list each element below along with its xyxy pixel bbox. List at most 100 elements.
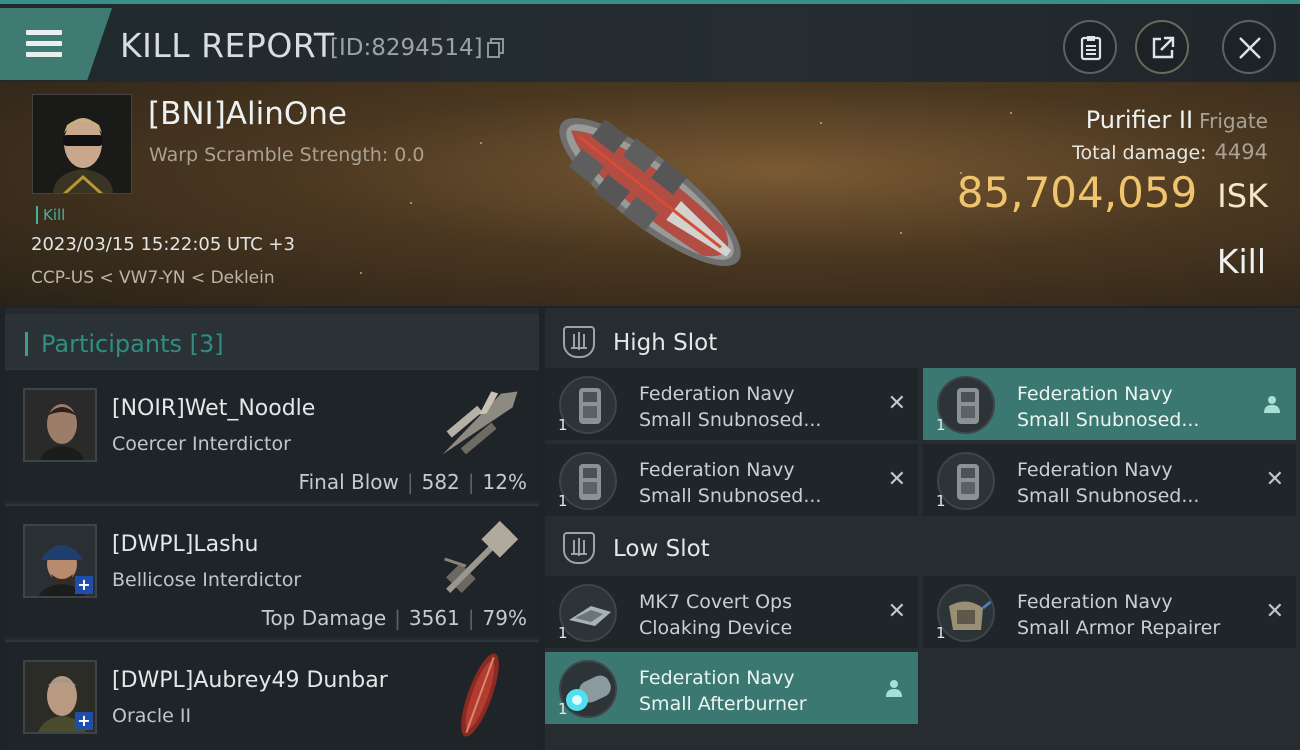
snubnosed-launcher-icon — [559, 376, 617, 434]
module-item[interactable]: 1 Federation Navy Small Snubnosed... ✕ — [923, 444, 1296, 516]
destroyed-x-icon: ✕ — [887, 467, 906, 492]
module-name: Federation Navy Small Afterburner — [639, 667, 807, 715]
clipboard-button[interactable] — [1063, 20, 1117, 74]
copy-id-icon[interactable] — [487, 38, 505, 58]
module-quantity: 1 — [558, 416, 568, 434]
victim-ship-name: Purifier II Frigate — [1086, 106, 1268, 134]
participant-ship: Bellicose Interdictor — [112, 569, 302, 591]
close-button[interactable] — [1222, 20, 1276, 74]
participant-role: Final Blow — [298, 470, 399, 494]
dropped-person-icon — [886, 680, 902, 697]
kill-result: Kill — [1216, 242, 1266, 281]
isk-amount: 85,704,059 — [956, 168, 1198, 217]
participants-label: Participants [3] — [41, 330, 224, 358]
warp-scramble-strength: Warp Scramble Strength: 0.0 — [149, 144, 425, 166]
fitting-panel: High Slot 1 Federation Navy Small Snubno… — [545, 308, 1300, 750]
low-slot-label: Low Slot — [613, 536, 710, 562]
participant-stats: Final Blow | 582 | 12% — [298, 470, 527, 494]
kill-report-window: KILL REPORT [ID:8294514] [BNI]AlinOne Wa… — [0, 0, 1300, 750]
afterburner-icon — [559, 660, 617, 718]
module-item[interactable]: 1 Federation Navy Small Snubnosed... — [923, 368, 1296, 440]
module-quantity: 1 — [936, 416, 946, 434]
clipboard-icon — [1080, 36, 1102, 61]
ship-name[interactable]: Purifier II — [1086, 106, 1193, 134]
total-damage: Total damage: 4494 — [1072, 140, 1268, 164]
destroyed-x-icon: ✕ — [1265, 467, 1284, 492]
dropped-person-icon — [1264, 396, 1280, 413]
kill-timestamp: 2023/03/15 15:22:05 UTC +3 — [31, 234, 295, 255]
isk-unit: ISK — [1217, 177, 1268, 215]
participant-ship-image — [442, 391, 518, 455]
total-damage-label: Total damage: — [1072, 142, 1207, 164]
high-slot-icon — [563, 326, 595, 358]
participant-name[interactable]: [DWPL]Aubrey49 Dunbar — [112, 668, 388, 693]
destroyed-x-icon: ✕ — [887, 599, 906, 624]
participant-name[interactable]: [DWPL]Lashu — [112, 532, 258, 557]
module-item[interactable]: 1 Federation Navy Small Snubnosed... ✕ — [545, 368, 918, 440]
participant-portrait[interactable]: + — [23, 660, 97, 734]
high-slot-header: High Slot — [545, 312, 1300, 372]
participant-role: Top Damage — [261, 606, 387, 630]
destroyed-x-icon: ✕ — [887, 391, 906, 416]
snubnosed-launcher-icon — [559, 452, 617, 510]
participant-row[interactable]: [NOIR]Wet_Noodle Coercer Interdictor Fin… — [5, 368, 539, 502]
participant-ship-image — [461, 653, 499, 737]
participant-portrait[interactable] — [23, 388, 97, 462]
victim-portrait[interactable] — [32, 94, 132, 194]
module-item[interactable]: 1 Federation Navy Small Afterburner — [545, 652, 918, 724]
module-name: Federation Navy Small Snubnosed... — [639, 459, 822, 507]
participant-portrait[interactable]: + — [23, 524, 97, 598]
module-name: Federation Navy Small Armor Repairer — [1017, 591, 1221, 639]
module-name: MK7 Covert Ops Cloaking Device — [639, 591, 793, 639]
share-icon — [1152, 36, 1175, 59]
participant-percent: 12% — [482, 470, 527, 494]
module-name: Federation Navy Small Snubnosed... — [1017, 459, 1200, 507]
snubnosed-launcher-icon — [937, 452, 995, 510]
high-slot-label: High Slot — [613, 330, 718, 356]
participant-name[interactable]: [NOIR]Wet_Noodle — [112, 396, 315, 421]
participant-row[interactable]: + [DWPL]Aubrey49 Dunbar Oracle II — [5, 640, 539, 750]
module-quantity: 1 — [558, 624, 568, 642]
close-icon — [1239, 37, 1261, 59]
participants-panel: Participants [3] [NOIR]Wet_Noodle Coerce… — [5, 308, 539, 750]
module-quantity: 1 — [936, 492, 946, 510]
module-quantity: 1 — [558, 700, 568, 718]
module-item[interactable]: 1 Federation Navy Small Armor Repairer ✕ — [923, 576, 1296, 648]
report-id: [ID:8294514] — [330, 35, 483, 61]
participant-damage: 3561 — [408, 606, 460, 630]
snubnosed-launcher-icon — [937, 376, 995, 434]
ship-class: Frigate — [1199, 109, 1268, 133]
low-slot-icon — [563, 532, 595, 564]
participant-percent: 79% — [482, 606, 527, 630]
low-slot-header: Low Slot — [545, 518, 1300, 578]
participant-row[interactable]: + [DWPL]Lashu Bellicose Interdictor Top … — [5, 504, 539, 638]
participants-header[interactable]: Participants [3] — [5, 314, 539, 368]
module-name: Federation Navy Small Snubnosed... — [639, 383, 822, 431]
share-button[interactable] — [1135, 20, 1189, 74]
participant-stats: Top Damage | 3561 | 79% — [261, 606, 527, 630]
kill-location[interactable]: CCP-US < VW7-YN < Deklein — [31, 268, 275, 288]
victim-ship-image[interactable] — [530, 92, 770, 292]
victim-name[interactable]: [BNI]AlinOne — [148, 96, 347, 132]
hamburger-icon — [26, 30, 62, 58]
participant-ship-image — [444, 520, 519, 593]
participant-damage: 582 — [421, 470, 460, 494]
plus-badge-icon: + — [75, 712, 93, 730]
kill-tag: Kill — [36, 206, 65, 224]
module-quantity: 1 — [936, 624, 946, 642]
participant-ship: Coercer Interdictor — [112, 433, 291, 455]
header-bar: KILL REPORT [ID:8294514] — [0, 0, 1300, 82]
module-item[interactable]: 1 MK7 Covert Ops Cloaking Device ✕ — [545, 576, 918, 648]
destroyed-x-icon: ✕ — [1265, 599, 1284, 624]
victim-banner: [BNI]AlinOne Warp Scramble Strength: 0.0… — [0, 82, 1300, 306]
module-item[interactable]: 1 Federation Navy Small Snubnosed... ✕ — [545, 444, 918, 516]
page-title: KILL REPORT — [120, 26, 335, 65]
armor-repairer-icon — [937, 584, 995, 642]
isk-value: 85,704,059 ISK — [957, 168, 1268, 217]
participant-ship: Oracle II — [112, 705, 192, 727]
module-quantity: 1 — [558, 492, 568, 510]
menu-button[interactable] — [0, 8, 112, 80]
total-damage-value: 4494 — [1214, 140, 1268, 164]
cloaking-device-icon — [559, 584, 617, 642]
module-name: Federation Navy Small Snubnosed... — [1017, 383, 1200, 431]
